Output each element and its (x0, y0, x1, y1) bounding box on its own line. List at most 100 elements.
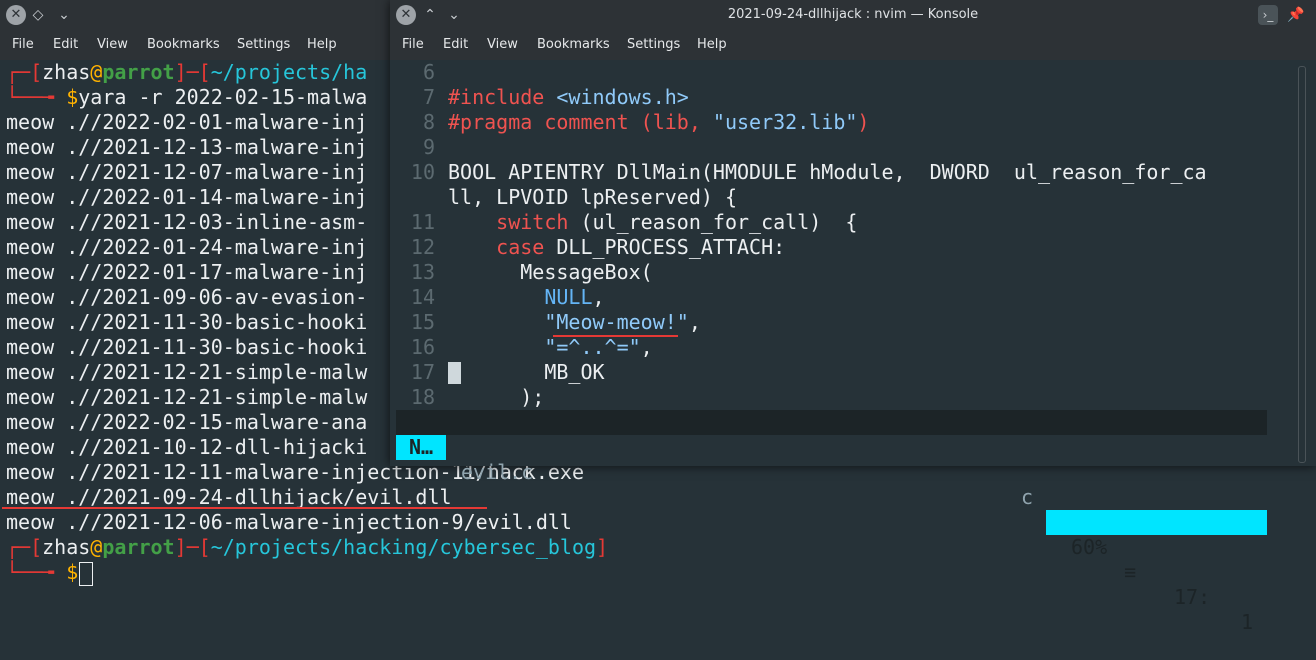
code-text: NULL, (448, 285, 604, 310)
front-menubar: File Edit View Bookmarks Settings Help (390, 30, 1316, 60)
menu-help[interactable]: Help (307, 30, 337, 60)
code-token: ); (448, 385, 545, 409)
menu-settings[interactable]: Settings (627, 30, 680, 60)
code-text: switch (ul_reason_for_call) { (448, 210, 857, 235)
input-line[interactable]: └──╼ $ (6, 560, 94, 586)
code-token: <windows.h> (556, 85, 689, 109)
line-number: 8 (422, 110, 435, 134)
menu-settings[interactable]: Settings (237, 30, 290, 60)
line-number: 6 (422, 60, 435, 84)
window-title: 2021-09-24-dllhijack : nvim — Konsole (727, 7, 979, 22)
code-token: , (640, 335, 653, 359)
cursor-col: 1 (1241, 610, 1254, 634)
scroll-percent: 60% (1071, 535, 1108, 559)
line-number: 13 (410, 260, 435, 284)
code-line: 16 "=^..^=", (394, 335, 1272, 360)
code-text: #pragma comment (lib, "user32.lib") (448, 110, 869, 135)
nvim-statusline: N… evil.c c 60% ≡ 17: 1 (396, 410, 1267, 634)
match-tag: meow (6, 335, 55, 359)
menu-view[interactable]: View (97, 30, 128, 60)
code-line: ll, LPVOID lpReserved) { (394, 185, 1272, 210)
menu-edit[interactable]: Edit (53, 30, 78, 60)
menu-bookmarks[interactable]: Bookmarks (537, 30, 610, 60)
match-path: .//2021-12-03-inline-asm- (66, 210, 368, 234)
code-token: switch (496, 210, 569, 234)
menu-bookmarks[interactable]: Bookmarks (147, 30, 220, 60)
match-path: .//2021-12-21-simple-malw (66, 385, 368, 409)
result-line: meow .//2022-02-15-malware-ana (6, 410, 367, 435)
match-path: .//2021-09-24-dllhijack/evil.dll (66, 485, 452, 509)
match-path: .//2022-02-01-malware-inj (66, 110, 368, 134)
match-tag: meow (6, 360, 55, 384)
string-underline (553, 335, 678, 337)
code-line: 17 MB_OK (394, 360, 1272, 385)
match-tag: meow (6, 210, 55, 234)
separator-icon: ≡ (1124, 560, 1137, 584)
menu-help[interactable]: Help (697, 30, 727, 60)
line-number: 10 (410, 160, 435, 184)
menu-file[interactable]: File (402, 30, 424, 60)
match-tag: meow (6, 260, 55, 284)
pin-icon[interactable]: 📌 (1286, 5, 1306, 25)
match-path: .//2022-02-15-malware-ana (66, 410, 368, 434)
close-icon[interactable]: ✕ (6, 5, 26, 25)
result-line: meow .//2021-11-30-basic-hooki (6, 310, 367, 335)
result-line: meow .//2021-12-03-inline-asm- (6, 210, 367, 235)
code-token: #pragma comment (lib, (448, 110, 713, 134)
result-line: meow .//2022-01-17-malware-inj (6, 260, 367, 285)
match-path: .//2021-12-07-malware-inj (66, 160, 368, 184)
code-token: MB_OK (448, 360, 605, 384)
match-tag: meow (6, 435, 55, 459)
result-line: meow .//2022-01-14-malware-inj (6, 185, 367, 210)
front-titlebar: ✕ ⌃ ⌄ 2021-09-24-dllhijack : nvim — Kons… (390, 0, 1316, 30)
code-editor[interactable]: 6 7 #include <windows.h> 8 #pragma comment (… (394, 60, 1272, 410)
match-tag: meow (6, 110, 55, 134)
code-token: #include (448, 85, 557, 109)
match-tag: meow (6, 185, 55, 209)
menu-edit[interactable]: Edit (443, 30, 468, 60)
code-text: "Meow-meow!", (448, 310, 701, 335)
code-token: , (688, 310, 701, 334)
result-line: meow .//2022-02-01-malware-inj (6, 110, 367, 135)
cursor-block (448, 362, 461, 384)
code-line: 12 case DLL_PROCESS_ATTACH: (394, 235, 1272, 260)
line-number: 12 (410, 235, 435, 259)
match-tag: meow (6, 285, 55, 309)
diamond-icon[interactable]: ◇ (28, 5, 48, 25)
code-text: "=^..^=", (448, 335, 653, 360)
chevron-down-icon[interactable]: ⌄ (54, 5, 74, 25)
mode-indicator: N… (396, 435, 446, 460)
result-line: meow .//2021-09-06-av-evasion- (6, 285, 367, 310)
code-token: ll, LPVOID lpReserved) { (448, 185, 737, 209)
match-path: .//2022-01-24-malware-inj (66, 235, 368, 259)
code-text: MB_OK (448, 360, 605, 385)
match-tag: meow (6, 410, 55, 434)
result-line: meow .//2021-10-12-dll-hijacki (6, 435, 367, 460)
prompt-line: ┌─[zhas@parrot]─[~/projects/ha (6, 60, 368, 84)
command-line: └──╼ $yara -r 2022-02-15-malwa (6, 85, 368, 109)
code-token: NULL (544, 285, 593, 309)
code-text: MessageBox( (448, 260, 653, 285)
line-number: 7 (422, 85, 435, 109)
match-path: .//2021-10-12-dll-hijacki (66, 435, 368, 459)
menu-file[interactable]: File (12, 30, 34, 60)
code-text: #include <windows.h> (448, 85, 689, 110)
nvim-konsole-window: ✕ ⌃ ⌄ 2021-09-24-dllhijack : nvim — Kons… (390, 0, 1316, 634)
code-line: 9 (394, 135, 1272, 160)
terminal-icon[interactable]: ›_ (1258, 5, 1278, 25)
match-tag: meow (6, 135, 55, 159)
scrollbar[interactable] (1298, 66, 1306, 463)
code-token: "=^..^=" (544, 335, 641, 359)
match-path: .//2021-11-30-basic-hooki (66, 310, 368, 334)
menu-view[interactable]: View (487, 30, 518, 60)
match-path: .//2021-12-06-malware-injection-9/evil.d… (66, 510, 572, 534)
code-text: BOOL APIENTRY DllMain(HMODULE hModule, D… (448, 160, 1207, 185)
result-line: meow .//2021-12-07-malware-inj (6, 160, 367, 185)
match-path: .//2021-12-13-malware-inj (66, 135, 368, 159)
code-token: MessageBox( (448, 260, 653, 284)
code-line: 10 BOOL APIENTRY DllMain(HMODULE hModule,… (394, 160, 1272, 185)
